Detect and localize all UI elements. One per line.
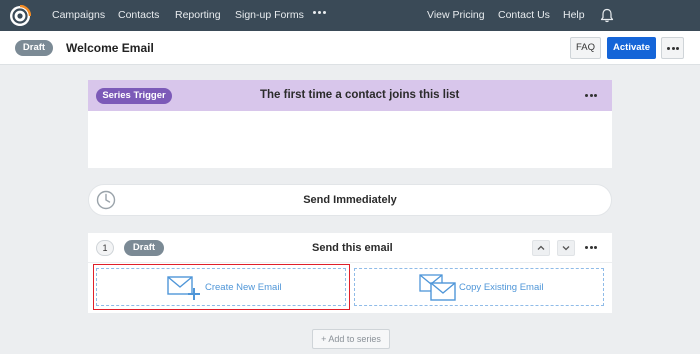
ellipsis-icon xyxy=(667,47,681,51)
page-header: Draft Welcome Email FAQ Activate xyxy=(0,31,700,65)
series-trigger-body xyxy=(88,111,612,168)
copy-existing-email-label: Copy Existing Email xyxy=(459,282,544,293)
series-trigger-title: The first time a contact joins this list xyxy=(260,89,460,101)
nav-reporting[interactable]: Reporting xyxy=(175,0,221,31)
top-navigation: Campaigns Contacts Reporting Sign-up For… xyxy=(0,0,700,31)
more-options-button[interactable] xyxy=(661,37,684,59)
chevron-up-icon xyxy=(537,245,545,250)
activate-button[interactable]: Activate xyxy=(607,37,656,59)
faq-button[interactable]: FAQ xyxy=(570,37,601,59)
copy-existing-email-option[interactable]: Copy Existing Email xyxy=(354,268,604,306)
step-number-badge: 1 xyxy=(96,240,114,256)
nav-more-icon[interactable] xyxy=(313,11,327,17)
series-trigger-badge: Series Trigger xyxy=(96,88,172,104)
move-down-button[interactable] xyxy=(557,240,575,256)
move-up-button[interactable] xyxy=(532,240,550,256)
nav-help[interactable]: Help xyxy=(563,0,585,31)
trigger-menu-icon[interactable] xyxy=(585,94,599,98)
constant-contact-logo[interactable] xyxy=(9,5,31,27)
status-badge: Draft xyxy=(15,40,53,56)
page-title: Welcome Email xyxy=(66,41,154,55)
send-immediately-label: Send Immediately xyxy=(303,194,397,206)
email-step-menu-icon[interactable] xyxy=(585,246,599,250)
nav-signup-forms[interactable]: Sign-up Forms xyxy=(235,0,304,31)
send-immediately-step[interactable]: Send Immediately xyxy=(88,184,612,216)
chevron-down-icon xyxy=(562,246,570,251)
selection-highlight xyxy=(93,264,350,310)
nav-contacts[interactable]: Contacts xyxy=(118,0,159,31)
email-step-title: Send this email xyxy=(312,242,393,254)
envelopes-copy-icon xyxy=(419,274,456,301)
add-to-series-button[interactable]: + Add to series xyxy=(312,329,390,349)
email-step-header: 1 Draft Send this email xyxy=(88,233,612,263)
nav-view-pricing[interactable]: View Pricing xyxy=(427,0,485,31)
bell-icon[interactable] xyxy=(600,8,614,23)
nav-campaigns[interactable]: Campaigns xyxy=(52,0,105,31)
series-trigger-header: Series Trigger The first time a contact … xyxy=(88,80,612,111)
email-status-badge: Draft xyxy=(124,240,164,256)
nav-contact-us[interactable]: Contact Us xyxy=(498,0,550,31)
